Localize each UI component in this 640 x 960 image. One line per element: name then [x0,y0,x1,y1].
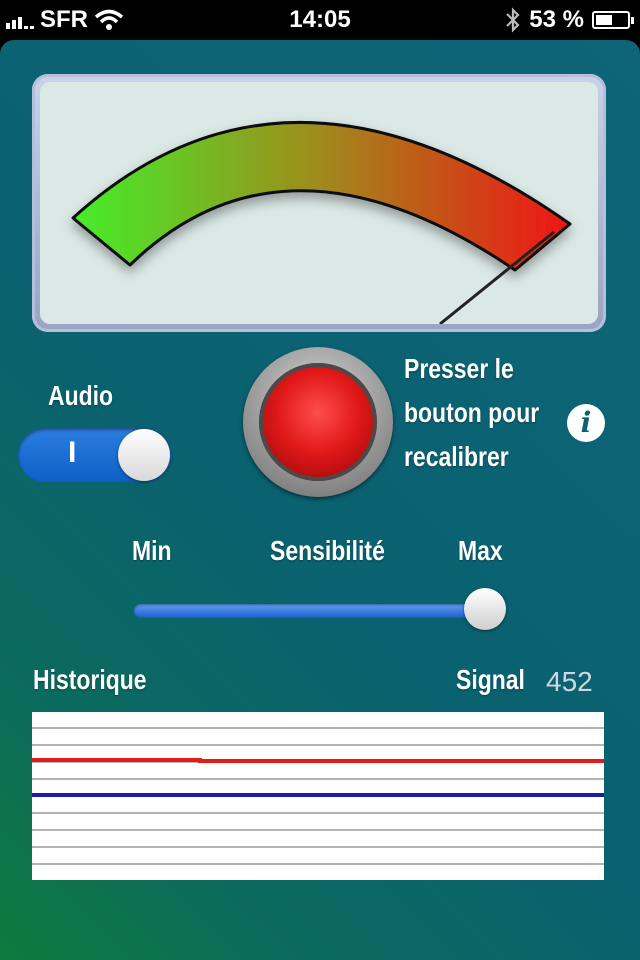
recalibrate-text-line3: recalibrer [404,441,509,472]
app-panel: Audio I Presser le bouton pour recalibre… [0,40,640,960]
info-icon[interactable]: i [567,404,605,442]
history-graph [32,727,604,865]
recalibrate-text-line1: Presser le [404,353,514,384]
status-bar: SFR 14:05 53 % [0,0,640,40]
bluetooth-icon [506,7,520,33]
sensitivity-label: Sensibilité [270,535,385,566]
battery-fill [596,15,612,25]
gauge-meter [71,121,572,324]
gauge-frame [32,74,606,332]
audio-toggle-text: I [68,436,77,469]
sensitivity-max-label: Max [458,535,503,566]
sensitivity-min-label: Min [132,535,172,566]
sensitivity-slider-knob[interactable] [464,588,506,630]
sensitivity-slider[interactable] [134,604,496,618]
gauge-arc [71,121,572,272]
recalibrate-text-line2: bouton pour [404,397,540,428]
history-upper-line [32,758,604,763]
audio-toggle[interactable]: I [18,428,171,482]
signal-label: Signal [456,664,525,695]
signal-value: 452 [546,666,593,697]
audio-toggle-knob[interactable] [118,429,170,481]
gauge-face [40,82,598,324]
battery-charging-icon [592,11,634,29]
audio-label: Audio [48,380,114,411]
recalibrate-button[interactable] [243,347,393,497]
recalibrate-button-red [259,363,377,481]
history-title: Historique [33,664,147,695]
history-chart [32,712,604,880]
battery-percent: 53 % [529,6,584,33]
status-right-group: 53 % [505,6,634,34]
